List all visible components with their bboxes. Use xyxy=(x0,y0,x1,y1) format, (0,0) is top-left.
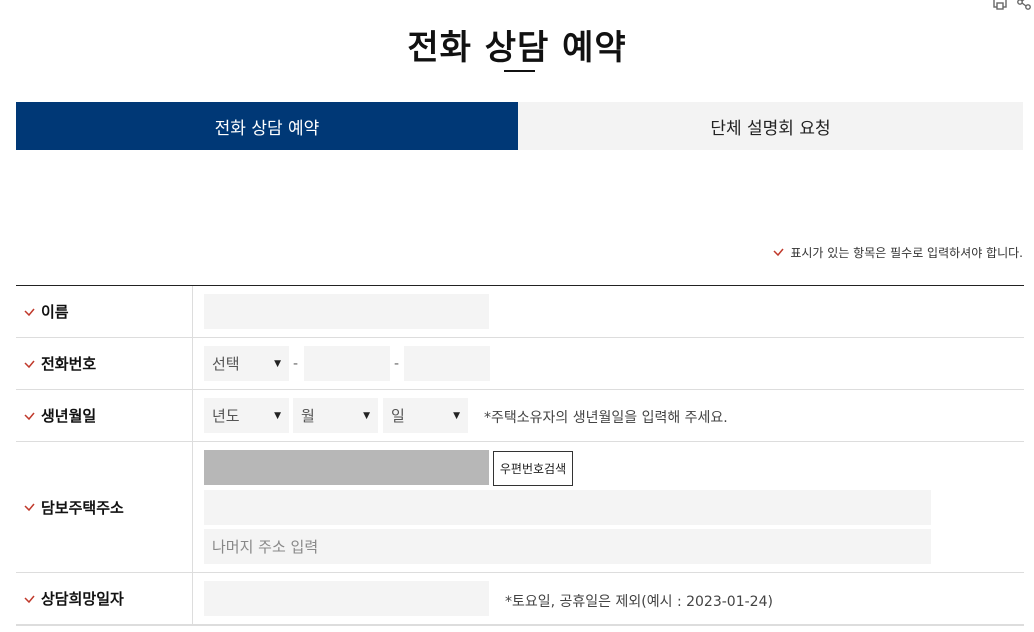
phone-field-cell: 선택 ▼ - - xyxy=(193,338,1024,389)
address-main-input[interactable] xyxy=(204,490,931,525)
birth-label-cell: 생년월일 xyxy=(16,390,193,441)
birth-year-value: 년도 xyxy=(212,407,240,425)
check-icon xyxy=(24,407,35,425)
dropdown-arrow-icon: ▼ xyxy=(274,410,281,421)
phone-row: 전화번호 선택 ▼ - - xyxy=(16,338,1024,390)
date-row: 상담희망일자 *토요일, 공휴일은 제외(예시 : 2023-01-24) xyxy=(16,573,1024,626)
address-field-cell: 우편번호검색 나머지 주소 입력 xyxy=(193,442,1024,572)
page-title: 전화 상담 예약 xyxy=(407,28,627,68)
dropdown-arrow-icon: ▼ xyxy=(453,410,460,421)
date-field-cell: *토요일, 공휴일은 제외(예시 : 2023-01-24) xyxy=(193,573,1024,624)
name-input[interactable] xyxy=(204,294,489,329)
consult-date-input[interactable] xyxy=(204,581,489,616)
share-icon[interactable] xyxy=(1016,0,1032,14)
birth-month-value: 월 xyxy=(301,407,315,425)
name-row: 이름 xyxy=(16,286,1024,338)
phone-middle-input[interactable] xyxy=(304,346,390,381)
dropdown-arrow-icon: ▼ xyxy=(274,358,281,369)
required-note-text: 표시가 있는 항목은 필수로 입력하셔야 합니다. xyxy=(790,246,1023,260)
birth-hint: *주택소유자의 생년월일을 입력해 주세요. xyxy=(484,410,728,426)
name-label: 이름 xyxy=(41,303,69,321)
reservation-form: 이름 전화번호 선택 ▼ - - 생년월일 년도 ▼ 월 ▼ 일 ▼ *주택소유… xyxy=(16,285,1024,626)
tab-bar: 전화 상담 예약 단체 설명회 요청 xyxy=(16,102,1023,150)
address-label: 담보주택주소 xyxy=(41,498,124,517)
date-label: 상담희망일자 xyxy=(41,590,124,608)
phone-separator: - xyxy=(394,356,400,372)
birth-day-value: 일 xyxy=(391,407,405,425)
birth-year-select[interactable]: 년도 ▼ xyxy=(204,398,289,433)
tab-group-briefing[interactable]: 단체 설명회 요청 xyxy=(518,102,1023,150)
phone-last-input[interactable] xyxy=(404,346,490,381)
check-icon xyxy=(24,498,35,516)
birth-label: 생년월일 xyxy=(41,407,97,425)
phone-separator: - xyxy=(293,356,299,372)
zipcode-input[interactable] xyxy=(204,450,489,485)
tab-phone-consult[interactable]: 전화 상담 예약 xyxy=(16,102,518,150)
utility-icons xyxy=(974,0,1034,14)
phone-label-cell: 전화번호 xyxy=(16,338,193,389)
check-icon xyxy=(24,590,35,608)
dropdown-arrow-icon: ▼ xyxy=(363,410,370,421)
print-icon[interactable] xyxy=(992,0,1008,14)
required-note: 표시가 있는 항목은 필수로 입력하셔야 합니다. xyxy=(773,244,1023,261)
date-hint: *토요일, 공휴일은 제외(예시 : 2023-01-24) xyxy=(505,594,773,610)
zipcode-search-button[interactable]: 우편번호검색 xyxy=(493,451,573,486)
check-icon xyxy=(773,246,784,260)
check-icon xyxy=(24,303,35,321)
phone-prefix-value: 선택 xyxy=(212,355,240,373)
date-label-cell: 상담희망일자 xyxy=(16,573,193,624)
birth-row: 생년월일 년도 ▼ 월 ▼ 일 ▼ *주택소유자의 생년월일을 입력해 주세요. xyxy=(16,390,1024,442)
name-field-cell xyxy=(193,286,1024,337)
check-icon xyxy=(24,355,35,373)
phone-prefix-select[interactable]: 선택 ▼ xyxy=(204,346,289,381)
address-detail-input[interactable]: 나머지 주소 입력 xyxy=(204,529,931,564)
birth-month-select[interactable]: 월 ▼ xyxy=(293,398,378,433)
phone-label: 전화번호 xyxy=(41,355,97,373)
address-label-cell: 담보주택주소 xyxy=(16,442,193,572)
title-underline xyxy=(504,70,535,72)
birth-day-select[interactable]: 일 ▼ xyxy=(383,398,468,433)
address-row: 담보주택주소 우편번호검색 나머지 주소 입력 xyxy=(16,442,1024,573)
birth-field-cell: 년도 ▼ 월 ▼ 일 ▼ *주택소유자의 생년월일을 입력해 주세요. xyxy=(193,390,1024,441)
name-label-cell: 이름 xyxy=(16,286,193,337)
